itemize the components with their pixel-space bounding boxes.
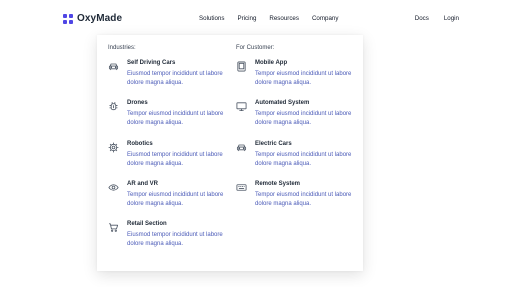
brand-name: OxyMade	[77, 13, 123, 24]
menu-item-ar-vr[interactable]: AR and VR Tempor eiusmod incididunt ut l…	[108, 181, 225, 221]
menu-item-drones[interactable]: Drones Tempor eiusmod incididunt ut labo…	[108, 100, 225, 140]
item-title: Electric Cars	[255, 140, 292, 147]
top-navbar: OxyMade Solutions Pricing Resources Comp…	[0, 0, 520, 40]
nav-resources[interactable]: Resources	[269, 15, 299, 22]
item-title: AR and VR	[127, 180, 159, 187]
nav-right: Docs Login	[415, 15, 459, 22]
customer-column: For Customer: Mobile App Tempor eiusmod …	[236, 45, 353, 221]
menu-item-remote-system[interactable]: Remote System Tempor eiusmod incididunt …	[236, 181, 353, 221]
menu-item-electric-cars[interactable]: Electric Cars Tempor eiusmod incididunt …	[236, 141, 353, 181]
nav-solutions[interactable]: Solutions	[199, 15, 224, 22]
item-description: Eiusmod tempor incididunt ut labore dolo…	[127, 71, 223, 86]
menu-item-retail-section[interactable]: Retail Section Eiusmod tempor incididunt…	[108, 221, 225, 261]
main-nav: Solutions Pricing Resources Company	[199, 15, 338, 22]
menu-item-mobile-app[interactable]: Mobile App Tempor eiusmod incididunt ut …	[236, 60, 353, 100]
item-description: Tempor eiusmod incididunt ut labore dolo…	[255, 71, 352, 86]
menu-item-self-driving-cars[interactable]: Self Driving Cars Eiusmod tempor incidid…	[108, 60, 225, 100]
nav-docs[interactable]: Docs	[415, 15, 429, 22]
item-title: Remote System	[255, 180, 301, 187]
mobile-icon	[236, 61, 247, 72]
nav-pricing[interactable]: Pricing	[237, 15, 256, 22]
monitor-icon	[236, 101, 247, 112]
car-icon	[108, 61, 119, 72]
gear-icon	[108, 142, 119, 153]
item-title: Retail Section	[127, 221, 167, 228]
item-title: Automated System	[255, 100, 310, 107]
item-description: Eiusmod tempor incididunt ut labore dolo…	[127, 232, 223, 248]
item-title: Robotics	[127, 140, 153, 147]
car-icon	[236, 142, 247, 153]
item-description: Tempor eiusmod incididunt ut labore dolo…	[255, 111, 352, 127]
industries-heading: Industries:	[108, 45, 136, 51]
logo-icon	[63, 13, 73, 24]
nav-company[interactable]: Company	[312, 15, 338, 22]
item-description: Tempor eiusmod incididunt ut labore dolo…	[127, 111, 224, 127]
nav-login[interactable]: Login	[444, 15, 459, 22]
solutions-dropdown-panel: Industries: Self Driving Cars Eiusmod te…	[97, 35, 363, 271]
keyboard-icon	[236, 182, 247, 193]
item-description: Tempor eiusmod incididunt ut labore dolo…	[255, 191, 352, 207]
item-title: Drones	[127, 100, 148, 107]
item-description: Tempor eiusmod incididunt ut labore dolo…	[127, 191, 224, 207]
customer-heading: For Customer:	[236, 45, 275, 51]
eye-icon	[108, 182, 119, 193]
brand-logo[interactable]: OxyMade	[63, 13, 122, 24]
item-description: Tempor eiusmod incididunt ut labore dolo…	[255, 151, 352, 167]
item-title: Self Driving Cars	[127, 60, 176, 66]
item-description: Eiusmod tempor incididunt ut labore dolo…	[127, 151, 223, 167]
industries-column: Industries: Self Driving Cars Eiusmod te…	[108, 45, 225, 261]
menu-item-robotics[interactable]: Robotics Eiusmod tempor incididunt ut la…	[108, 141, 225, 181]
item-title: Mobile App	[255, 60, 288, 66]
cart-icon	[108, 222, 119, 233]
drone-icon	[108, 101, 119, 112]
menu-item-automated-system[interactable]: Automated System Tempor eiusmod incididu…	[236, 100, 353, 140]
